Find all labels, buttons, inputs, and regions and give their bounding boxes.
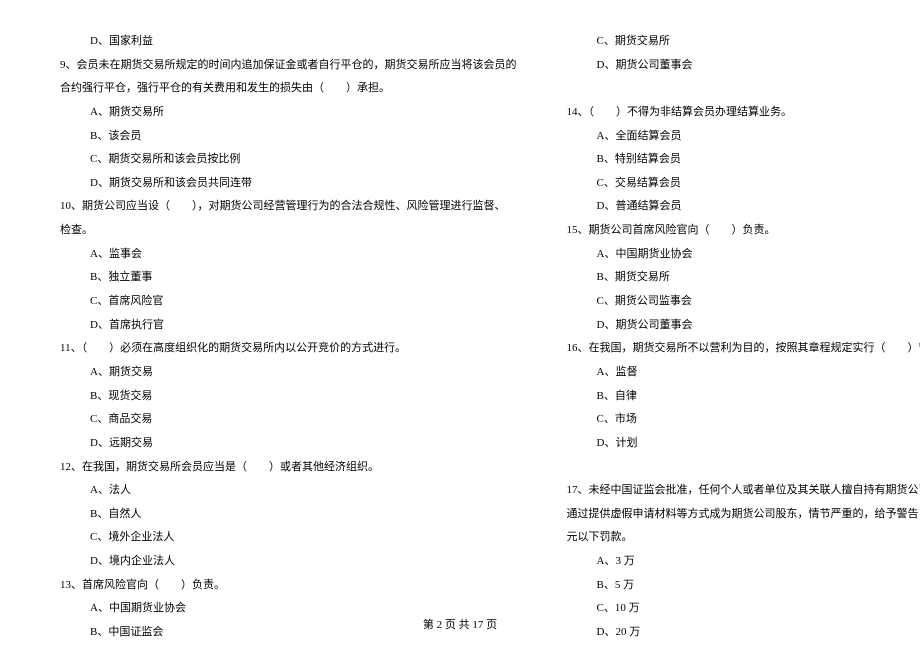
q14-option-a: A、全面结算会员 — [567, 125, 920, 149]
q13-option-d: D、期货公司董事会 — [567, 54, 920, 78]
q12-text: 12、在我国，期货交易所会员应当是（ ）或者其他经济组织。 — [60, 456, 517, 480]
q11-option-c: C、商品交易 — [60, 408, 517, 432]
page-footer: 第 2 页 共 17 页 — [0, 616, 920, 632]
q13-option-c: C、期货交易所 — [567, 30, 920, 54]
q10-text2: 检查。 — [60, 219, 517, 243]
q16-option-b: B、自律 — [567, 385, 920, 409]
q16-option-a: A、监督 — [567, 361, 920, 385]
q10-option-d: D、首席执行官 — [60, 314, 517, 338]
q9-option-d: D、期货交易所和该会员共同连带 — [60, 172, 517, 196]
q13-text: 13、首席风险官向（ ）负责。 — [60, 574, 517, 598]
q11-option-a: A、期货交易 — [60, 361, 517, 385]
q12-option-c: C、境外企业法人 — [60, 526, 517, 550]
q17-text3: 元以下罚款。 — [567, 526, 920, 550]
q9-option-c: C、期货交易所和该会员按比例 — [60, 148, 517, 172]
q10-option-b: B、独立董事 — [60, 266, 517, 290]
q12-option-d: D、境内企业法人 — [60, 550, 517, 574]
q9-text2: 合约强行平仓，强行平仓的有关费用和发生的损失由（ ）承担。 — [60, 77, 517, 101]
q11-text: 11、（ ）必须在高度组织化的期货交易所内以公开竞价的方式进行。 — [60, 337, 517, 361]
q9-text: 9、会员未在期货交易所规定的时间内追加保证金或者自行平仓的，期货交易所应当将该会… — [60, 54, 517, 78]
two-column-layout: D、国家利益 9、会员未在期货交易所规定的时间内追加保证金或者自行平仓的，期货交… — [60, 30, 860, 610]
q14-option-c: C、交易结算会员 — [567, 172, 920, 196]
q11-option-b: B、现货交易 — [60, 385, 517, 409]
q9-option-a: A、期货交易所 — [60, 101, 517, 125]
q17-option-a: A、3 万 — [567, 550, 920, 574]
q11-option-d: D、远期交易 — [60, 432, 517, 456]
q12-option-b: B、自然人 — [60, 503, 517, 527]
q16-option-d: D、计划 — [567, 432, 920, 456]
q15-option-d: D、期货公司董事会 — [567, 314, 920, 338]
q15-option-c: C、期货公司监事会 — [567, 290, 920, 314]
q9-option-b: B、该会员 — [60, 125, 517, 149]
right-column: C、期货交易所 D、期货公司董事会 . 14、（ ）不得为非结算会员办理结算业务… — [567, 30, 920, 610]
q17-text2: 通过提供虚假申请材料等方式成为期货公司股东，情节严重的，给予警告，单处或者并处（… — [567, 503, 920, 527]
q10-text: 10、期货公司应当设（ ），对期货公司经营管理行为的合法合规性、风险管理进行监督… — [60, 195, 517, 219]
q15-text: 15、期货公司首席风险官向（ ）负责。 — [567, 219, 920, 243]
q10-option-a: A、监事会 — [60, 243, 517, 267]
q15-option-a: A、中国期货业协会 — [567, 243, 920, 267]
q16-option-c: C、市场 — [567, 408, 920, 432]
left-column: D、国家利益 9、会员未在期货交易所规定的时间内追加保证金或者自行平仓的，期货交… — [60, 30, 517, 610]
q10-option-c: C、首席风险官 — [60, 290, 517, 314]
q12-option-a: A、法人 — [60, 479, 517, 503]
q15-option-b: B、期货交易所 — [567, 266, 920, 290]
q17-option-b: B、5 万 — [567, 574, 920, 598]
q17-text: 17、未经中国证监会批准，任何个人或者单位及其关联人擅自持有期货公司 5%以上股… — [567, 479, 920, 503]
q16-text: 16、在我国，期货交易所不以营利为目的，按照其章程规定实行（ ）管理。 — [567, 337, 920, 361]
q14-option-d: D、普通结算会员 — [567, 195, 920, 219]
option-d-prior: D、国家利益 — [60, 30, 517, 54]
q14-text: 14、（ ）不得为非结算会员办理结算业务。 — [567, 101, 920, 125]
q14-option-b: B、特别结算会员 — [567, 148, 920, 172]
